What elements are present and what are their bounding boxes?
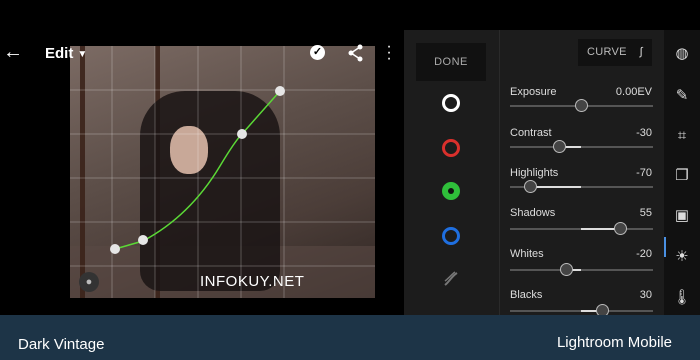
active-tool-indicator <box>664 237 666 257</box>
user-avatar-icon[interactable]: ● <box>79 272 99 292</box>
luminance-channel-button[interactable] <box>442 94 460 112</box>
curve-button-label: CURVE <box>587 46 627 58</box>
lightroom-app: ← Edit ▼ ✓ · · · ● INFOKUY.NET DONE CURVE ∫ … <box>0 0 700 315</box>
exposure-value: 0.00EV <box>615 86 652 98</box>
slider-knob[interactable] <box>560 263 573 276</box>
color-temperature-icon[interactable]: 🌡 <box>672 288 692 308</box>
photo-preview <box>70 46 375 298</box>
green-channel-button[interactable] <box>442 182 460 200</box>
blacks-value: 30 <box>639 289 652 301</box>
healing-icon[interactable]: ✎ <box>672 86 692 106</box>
whites-slider[interactable] <box>510 263 653 276</box>
edit-label: Edit <box>45 45 74 62</box>
checkmark-icon[interactable]: ✓ <box>310 45 325 60</box>
selective-icon[interactable]: ▣ <box>672 206 692 226</box>
red-channel-button[interactable] <box>442 139 460 157</box>
highlights-slider[interactable] <box>510 180 653 193</box>
slider-knob[interactable] <box>553 140 566 153</box>
slider-knob[interactable] <box>596 304 609 315</box>
contrast-value: -30 <box>636 127 652 139</box>
presets-icon[interactable]: ◍ <box>672 44 692 64</box>
shadows-label: Shadows <box>510 207 556 219</box>
slider-knob[interactable] <box>614 222 627 235</box>
curve-point <box>138 235 148 245</box>
chevron-down-icon: ▼ <box>77 48 88 60</box>
versions-icon[interactable]: ❐ <box>672 166 692 186</box>
curve-button[interactable]: CURVE ∫ <box>578 39 652 66</box>
parametric-curve-icon[interactable] <box>442 270 460 288</box>
crop-icon[interactable]: ⌗ <box>672 126 692 146</box>
blue-channel-button[interactable] <box>442 227 460 245</box>
curve-icon: ∫ <box>639 46 643 58</box>
curve-point <box>275 86 285 96</box>
curve-point <box>237 129 247 139</box>
shadows-value: 55 <box>639 207 652 219</box>
curve-point <box>110 244 120 254</box>
whites-label: Whites <box>510 248 544 260</box>
shadows-slider[interactable] <box>510 222 653 235</box>
highlights-value: -70 <box>636 167 652 179</box>
more-options-icon[interactable]: · · · <box>386 39 392 67</box>
tone-curve-grid[interactable] <box>70 46 375 298</box>
whites-value: -20 <box>636 248 652 260</box>
highlights-label: Highlights <box>510 167 559 179</box>
light-icon[interactable]: ☀ <box>672 247 692 267</box>
edit-menu[interactable]: Edit ▼ <box>45 45 87 62</box>
preset-name-caption: Dark Vintage <box>18 336 105 353</box>
app-name-caption: Lightroom Mobile <box>556 334 672 351</box>
watermark-text: INFOKUY.NET <box>200 273 305 290</box>
slider-fill <box>531 186 581 188</box>
slider-knob[interactable] <box>575 99 588 112</box>
blacks-label: Blacks <box>510 289 543 301</box>
share-icon[interactable] <box>348 44 364 62</box>
selected-channel-dot <box>448 188 454 194</box>
done-button[interactable]: DONE <box>416 43 486 81</box>
slider-knob[interactable] <box>524 180 537 193</box>
contrast-label: Contrast <box>510 127 552 139</box>
contrast-slider[interactable] <box>510 140 653 153</box>
exposure-slider[interactable] <box>510 99 653 112</box>
back-arrow-icon[interactable]: ← <box>3 42 23 62</box>
blacks-slider[interactable] <box>510 304 653 315</box>
top-toolbar <box>0 0 404 50</box>
exposure-label: Exposure <box>510 86 557 98</box>
